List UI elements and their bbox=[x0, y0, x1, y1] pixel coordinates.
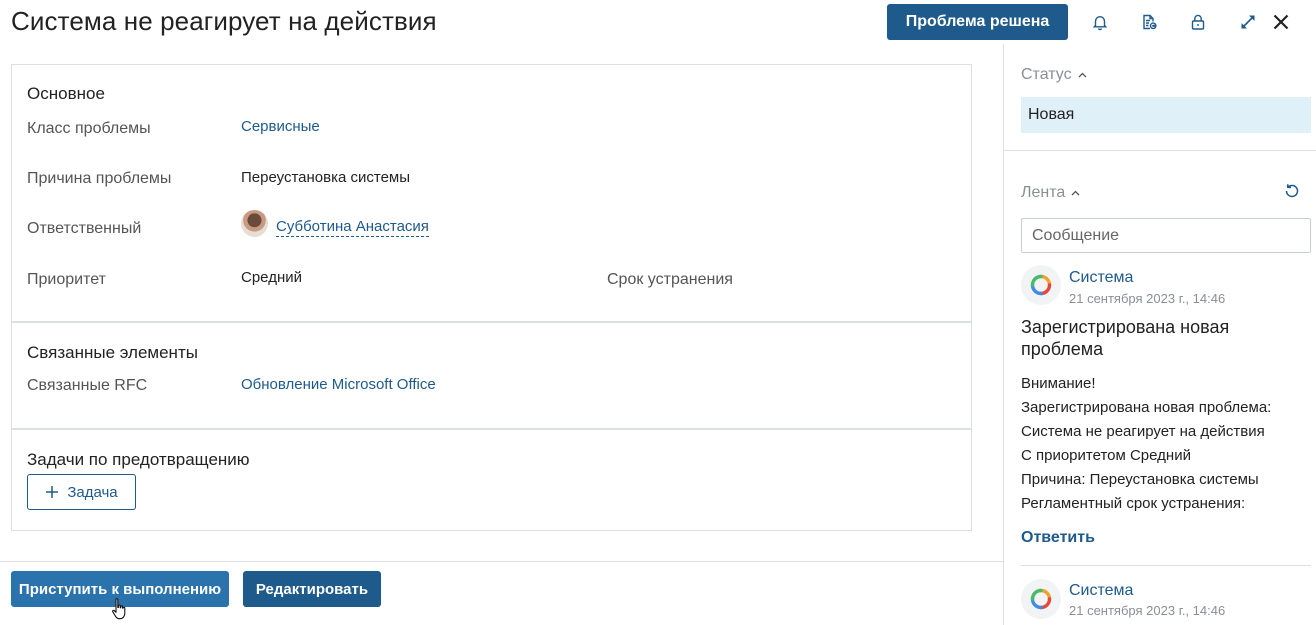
chevron-up-icon bbox=[1078, 72, 1087, 78]
feed-body-line: Причина: Переустановка системы bbox=[1021, 471, 1259, 488]
add-task-label: Задача bbox=[67, 483, 118, 501]
section-title-prevention: Задачи по предотвращению bbox=[27, 450, 250, 469]
problem-class-link[interactable]: Сервисные bbox=[241, 118, 320, 135]
system-logo-icon bbox=[1021, 579, 1061, 619]
prevention-section: Задачи по предотвращению Задача bbox=[11, 429, 972, 531]
priority-value: Средний bbox=[241, 269, 302, 286]
lock-icon[interactable] bbox=[1186, 10, 1210, 34]
feed-label: Лента bbox=[1021, 184, 1066, 201]
divider bbox=[1021, 565, 1311, 566]
responsible-link[interactable]: Субботина Анастасия bbox=[276, 218, 429, 237]
close-icon[interactable] bbox=[1269, 10, 1293, 34]
problem-resolved-button[interactable]: Проблема решена bbox=[887, 4, 1068, 40]
section-title-related: Связанные элементы bbox=[27, 343, 198, 362]
problem-class-label: Класс проблемы bbox=[27, 120, 151, 137]
problem-details: Основное Класс проблемы Сервисные Причин… bbox=[0, 44, 1003, 625]
document-export-icon[interactable] bbox=[1137, 10, 1161, 34]
feed-author-link[interactable]: Система bbox=[1069, 582, 1133, 600]
problem-cause-label: Причина проблемы bbox=[27, 170, 172, 187]
status-header[interactable]: Статус bbox=[1021, 66, 1087, 84]
plus-icon bbox=[46, 486, 59, 498]
hand-cursor-icon bbox=[111, 597, 129, 625]
feed-title: Зарегистрирована новая проблема bbox=[1021, 317, 1230, 359]
edit-button[interactable]: Редактировать bbox=[243, 571, 381, 607]
feed-author-link[interactable]: Система bbox=[1069, 269, 1133, 287]
feed-body-line: Внимание! bbox=[1021, 375, 1096, 392]
responsible-label: Ответственный bbox=[27, 220, 142, 237]
status-value: Новая bbox=[1021, 97, 1311, 133]
bell-icon[interactable] bbox=[1088, 10, 1112, 34]
feed-time: 21 сентября 2023 г., 14:46 bbox=[1069, 291, 1226, 306]
system-logo-icon bbox=[1021, 265, 1061, 305]
problem-cause-value: Переустановка системы bbox=[241, 169, 411, 186]
feed-message-body: Внимание! Зарегистрирована новая проблем… bbox=[1021, 372, 1316, 516]
deadline-label: Срок устранения bbox=[607, 271, 733, 288]
reply-link[interactable]: Ответить bbox=[1021, 529, 1095, 547]
page-title: Система не реагирует на действия bbox=[11, 6, 437, 36]
refresh-icon[interactable] bbox=[1283, 182, 1301, 205]
related-section: Связанные элементы Связанные RFC Обновле… bbox=[11, 322, 972, 429]
section-title-basic: Основное bbox=[27, 84, 105, 103]
feed-time: 21 сентября 2023 г., 14:46 bbox=[1069, 603, 1226, 618]
divider bbox=[1004, 150, 1316, 151]
feed-body-line: С приоритетом Средний bbox=[1021, 447, 1191, 464]
related-rfc-link[interactable]: Обновление Microsoft Office bbox=[241, 376, 436, 393]
expand-icon[interactable] bbox=[1236, 10, 1260, 34]
status-label: Статус bbox=[1021, 66, 1072, 83]
add-task-button[interactable]: Задача bbox=[27, 474, 136, 510]
priority-label: Приоритет bbox=[27, 271, 106, 288]
feed-body-line: Регламентный срок устранения: bbox=[1021, 495, 1246, 512]
related-rfc-label: Связанные RFC bbox=[27, 377, 148, 394]
basic-section: Основное Класс проблемы Сервисные Причин… bbox=[11, 64, 972, 322]
feed-body-line: Система не реагирует на действия bbox=[1021, 423, 1265, 440]
chevron-up-icon bbox=[1071, 190, 1080, 196]
message-input[interactable] bbox=[1021, 218, 1311, 253]
feed-body-line: Зарегистрирована новая проблема: bbox=[1021, 399, 1272, 416]
right-sidebar: Статус Новая Лента Система 21 сентября 2… bbox=[1003, 44, 1316, 625]
page-header: Система не реагирует на действия Проблем… bbox=[0, 0, 1316, 44]
action-footer: Приступить к выполнению Редактировать bbox=[0, 561, 1003, 625]
avatar[interactable] bbox=[241, 210, 268, 237]
feed-header[interactable]: Лента bbox=[1021, 184, 1080, 202]
